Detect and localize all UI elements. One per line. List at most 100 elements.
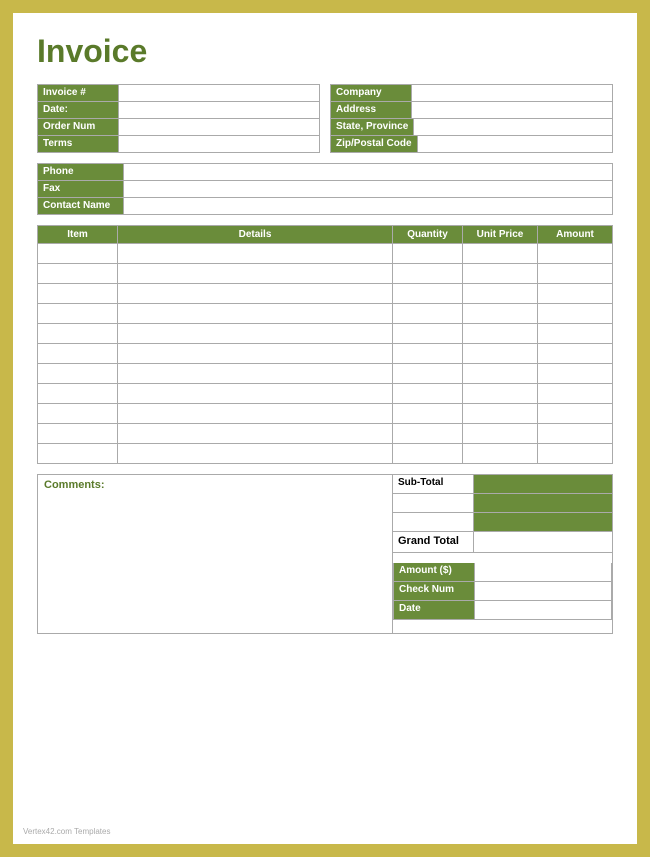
item-cell[interactable] — [38, 324, 118, 344]
price-cell[interactable] — [463, 384, 538, 404]
details-cell[interactable] — [118, 364, 393, 384]
payment-date-value[interactable] — [474, 601, 611, 619]
price-cell[interactable] — [463, 424, 538, 444]
qty-cell[interactable] — [393, 364, 463, 384]
total-extra-value-1[interactable] — [473, 494, 612, 512]
total-extra-value-2[interactable] — [473, 513, 612, 531]
left-field-row: Invoice # — [38, 85, 319, 102]
amount-cell[interactable] — [538, 264, 613, 284]
item-cell[interactable] — [38, 244, 118, 264]
item-cell[interactable] — [38, 404, 118, 424]
col-details: Details — [118, 226, 393, 244]
invoice-page: Invoice Invoice #Date:Order NumTerms Com… — [10, 10, 640, 847]
contact-value[interactable] — [123, 198, 612, 214]
contact-row: Fax — [38, 181, 612, 198]
details-cell[interactable] — [118, 384, 393, 404]
table-row — [38, 404, 613, 424]
price-cell[interactable] — [463, 324, 538, 344]
field-value[interactable] — [118, 85, 319, 101]
price-cell[interactable] — [463, 244, 538, 264]
right-field-row: State, Province — [331, 119, 612, 136]
left-field-row: Terms — [38, 136, 319, 152]
item-cell[interactable] — [38, 364, 118, 384]
subtotal-label: Sub-Total — [393, 475, 473, 493]
amount-cell[interactable] — [538, 364, 613, 384]
amount-cell[interactable] — [538, 284, 613, 304]
total-extra-label-2 — [393, 513, 473, 531]
table-row — [38, 244, 613, 264]
totals-spacer — [393, 553, 612, 563]
price-cell[interactable] — [463, 444, 538, 464]
col-item: Item — [38, 226, 118, 244]
field-value[interactable] — [118, 136, 319, 152]
contact-value[interactable] — [123, 164, 612, 180]
field-value[interactable] — [417, 136, 612, 152]
qty-cell[interactable] — [393, 344, 463, 364]
qty-cell[interactable] — [393, 264, 463, 284]
qty-cell[interactable] — [393, 444, 463, 464]
amount-cell[interactable] — [538, 244, 613, 264]
amount-cell[interactable] — [538, 324, 613, 344]
item-cell[interactable] — [38, 264, 118, 284]
qty-cell[interactable] — [393, 404, 463, 424]
price-cell[interactable] — [463, 364, 538, 384]
grand-total-value[interactable] — [473, 532, 612, 552]
page-title: Invoice — [37, 33, 613, 70]
amount-cell[interactable] — [538, 404, 613, 424]
qty-cell[interactable] — [393, 284, 463, 304]
contact-label: Phone — [38, 164, 123, 180]
details-cell[interactable] — [118, 244, 393, 264]
payment-amount-value[interactable] — [474, 563, 611, 581]
contact-label: Contact Name — [38, 198, 123, 214]
price-cell[interactable] — [463, 264, 538, 284]
field-label: Order Num — [38, 119, 118, 135]
item-cell[interactable] — [38, 384, 118, 404]
price-cell[interactable] — [463, 404, 538, 424]
table-row — [38, 324, 613, 344]
contact-value[interactable] — [123, 181, 612, 197]
items-table: Item Details Quantity Unit Price Amount — [37, 225, 613, 464]
details-cell[interactable] — [118, 444, 393, 464]
amount-cell[interactable] — [538, 424, 613, 444]
details-cell[interactable] — [118, 304, 393, 324]
qty-cell[interactable] — [393, 244, 463, 264]
item-cell[interactable] — [38, 284, 118, 304]
price-cell[interactable] — [463, 344, 538, 364]
qty-cell[interactable] — [393, 424, 463, 444]
details-cell[interactable] — [118, 424, 393, 444]
payment-checknum-value[interactable] — [474, 582, 611, 600]
field-label: Address — [331, 102, 411, 118]
field-value[interactable] — [118, 102, 319, 118]
item-cell[interactable] — [38, 344, 118, 364]
table-row — [38, 444, 613, 464]
price-cell[interactable] — [463, 304, 538, 324]
item-cell[interactable] — [38, 304, 118, 324]
contact-row: Phone — [38, 164, 612, 181]
amount-cell[interactable] — [538, 444, 613, 464]
qty-cell[interactable] — [393, 384, 463, 404]
field-value[interactable] — [411, 85, 612, 101]
details-cell[interactable] — [118, 264, 393, 284]
amount-cell[interactable] — [538, 304, 613, 324]
right-field-row: Company — [331, 85, 612, 102]
field-label: Company — [331, 85, 411, 101]
watermark: Vertex42.com Templates — [23, 827, 110, 836]
price-cell[interactable] — [463, 284, 538, 304]
qty-cell[interactable] — [393, 304, 463, 324]
details-cell[interactable] — [118, 404, 393, 424]
item-cell[interactable] — [38, 444, 118, 464]
details-cell[interactable] — [118, 344, 393, 364]
payment-checknum-row: Check Num — [393, 582, 612, 601]
field-value[interactable] — [411, 102, 612, 118]
amount-cell[interactable] — [538, 384, 613, 404]
field-value[interactable] — [413, 119, 612, 135]
subtotal-value[interactable] — [473, 475, 612, 493]
qty-cell[interactable] — [393, 324, 463, 344]
details-cell[interactable] — [118, 284, 393, 304]
details-cell[interactable] — [118, 324, 393, 344]
item-cell[interactable] — [38, 424, 118, 444]
field-value[interactable] — [118, 119, 319, 135]
field-label: State, Province — [331, 119, 413, 135]
amount-cell[interactable] — [538, 344, 613, 364]
subtotal-row: Sub-Total — [393, 475, 612, 494]
